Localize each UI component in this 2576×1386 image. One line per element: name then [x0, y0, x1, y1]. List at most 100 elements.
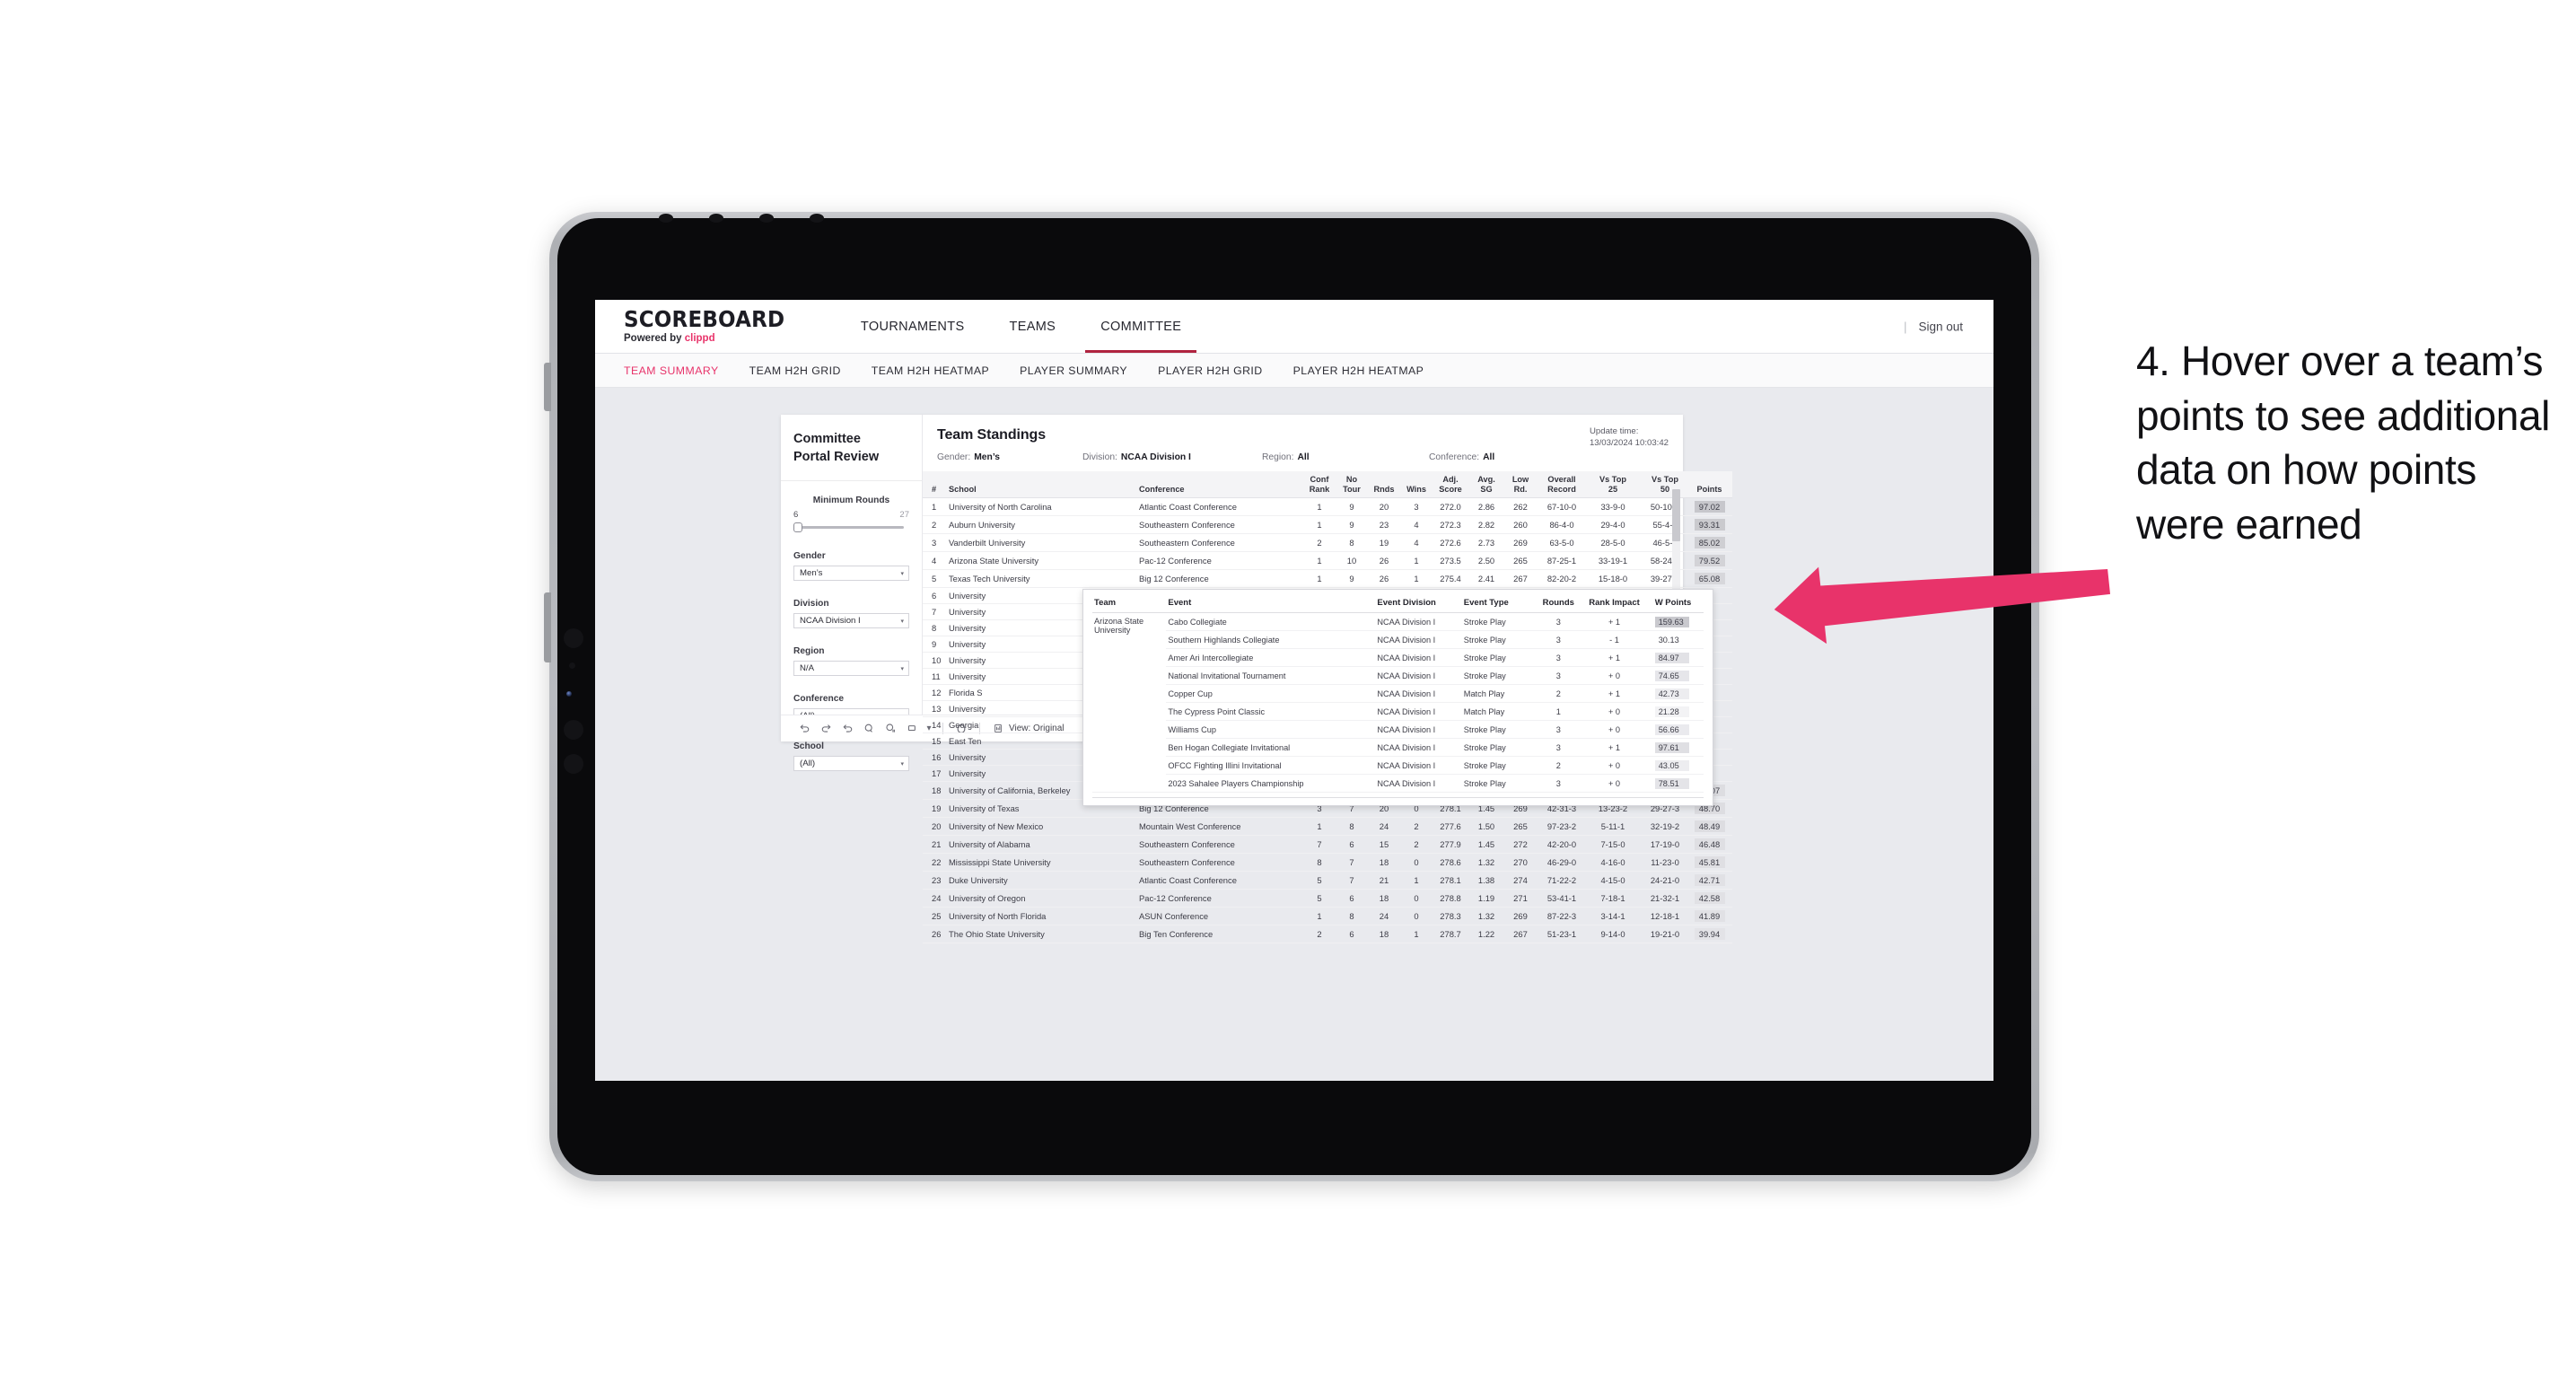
revert-icon[interactable]	[837, 719, 858, 739]
pause-icon[interactable]	[880, 719, 901, 739]
table-row[interactable]: 24 University of Oregon Pac-12 Conference 5…	[923, 889, 1732, 908]
row-vs-top-25: 3-14-1	[1587, 907, 1639, 926]
row-points-cell[interactable]: 97.02	[1691, 497, 1732, 517]
row-points-cell[interactable]: 46.48	[1691, 835, 1732, 855]
row-conference: Southeastern Conference	[1136, 533, 1303, 553]
tt-col-type: Event Type	[1461, 596, 1537, 613]
tab-player-h2h-grid[interactable]: PLAYER H2H GRID	[1158, 364, 1263, 377]
points-value[interactable]: 41.89	[1694, 910, 1725, 923]
table-row[interactable]: 2 Auburn University Southeastern Conferenc…	[923, 515, 1732, 535]
slider-handle[interactable]	[793, 522, 802, 533]
tab-player-h2h-heatmap[interactable]: PLAYER H2H HEATMAP	[1293, 364, 1424, 377]
row-conf-rank: 1	[1303, 515, 1336, 535]
row-school: Mississippi State University	[946, 853, 1136, 873]
row-no-tour: 9	[1336, 515, 1368, 535]
tooltip-row: OFCC Fighting Illini Invitational NCAA Di…	[1092, 756, 1704, 775]
tooltip-row: National Invitational Tournament NCAA Div…	[1092, 666, 1704, 685]
points-value[interactable]: 39.94	[1694, 928, 1725, 941]
row-overall-record: 51-23-1	[1537, 925, 1587, 944]
row-rank: 3	[923, 533, 946, 553]
row-no-tour: 7	[1336, 871, 1368, 890]
tab-team-summary[interactable]: TEAM SUMMARY	[624, 364, 719, 377]
row-points-cell[interactable]: 45.81	[1691, 853, 1732, 873]
standings-pane: Team Standings Gender: Men’s Division: N…	[923, 415, 1732, 944]
points-value[interactable]: 42.71	[1694, 874, 1725, 887]
points-breakdown-tooltip: Team Event Event Division Event Type Rou…	[1082, 589, 1713, 806]
division-filter-select[interactable]: NCAA Division I ▾	[793, 613, 909, 629]
row-rank: 26	[923, 925, 946, 944]
row-overall-record: 82-20-2	[1537, 569, 1587, 589]
table-row[interactable]: 21 University of Alabama Southeastern Conf…	[923, 835, 1732, 855]
points-value[interactable]: 97.02	[1694, 501, 1725, 513]
filter-gender: Gender Men’s ▾	[781, 531, 922, 582]
table-row[interactable]: 20 University of New Mexico Mountain West …	[923, 817, 1732, 837]
row-adj-score: 278.7	[1433, 925, 1468, 944]
signout-link[interactable]: Sign out	[1918, 320, 1963, 333]
region-filter-select[interactable]: N/A ▾	[793, 661, 909, 677]
tab-team-h2h-heatmap[interactable]: TEAM H2H HEATMAP	[872, 364, 989, 377]
redo-icon[interactable]	[815, 719, 837, 739]
points-value[interactable]: 93.31	[1694, 519, 1725, 531]
row-conference: Southeastern Conference	[1136, 515, 1303, 535]
tooltip-event: 2023 Sahalee Players Championship	[1166, 774, 1376, 793]
region-filter-value: N/A	[800, 663, 814, 674]
points-value[interactable]: 85.02	[1694, 537, 1725, 549]
page-root: SCOREBOARD Powered by clippd TOURNAMENTS…	[0, 0, 2576, 1386]
row-points-cell[interactable]: 41.89	[1691, 907, 1732, 926]
table-row[interactable]: 26 The Ohio State University Big Ten Confe…	[923, 925, 1732, 944]
nav-item-tournaments[interactable]: TOURNAMENTS	[838, 300, 987, 353]
arrow-shape	[1774, 566, 2111, 645]
table-row[interactable]: 22 Mississippi State University Southeaste…	[923, 853, 1732, 873]
points-value[interactable]: 42.58	[1694, 892, 1725, 905]
refresh-icon[interactable]	[858, 719, 880, 739]
table-row[interactable]: 3 Vanderbilt University Southeastern Confe…	[923, 533, 1732, 553]
tooltip-event-type: Stroke Play	[1461, 738, 1537, 757]
power-button[interactable]	[544, 363, 551, 411]
tooltip-event: Copper Cup	[1166, 684, 1376, 703]
tooltip-event-type: Stroke Play	[1461, 630, 1537, 649]
table-row[interactable]: 25 University of North Florida ASUN Confer…	[923, 907, 1732, 926]
row-points-cell[interactable]: 48.49	[1691, 817, 1732, 837]
row-points-cell[interactable]: 93.31	[1691, 515, 1732, 535]
undo-icon[interactable]	[793, 719, 815, 739]
nav-item-committee[interactable]: COMMITTEE	[1078, 300, 1204, 353]
gender-filter-select[interactable]: Men’s ▾	[793, 566, 909, 582]
tooltip-row: Copper Cup NCAA Division I Match Play 2 + 1 4…	[1092, 684, 1704, 703]
points-value[interactable]: 46.48	[1694, 838, 1725, 851]
volume-button[interactable]	[544, 592, 551, 662]
table-row[interactable]: 23 Duke University Atlantic Coast Conferen…	[923, 871, 1732, 890]
row-points-cell[interactable]: 42.58	[1691, 889, 1732, 908]
row-points-cell[interactable]: 42.71	[1691, 871, 1732, 890]
tab-team-h2h-grid[interactable]: TEAM H2H GRID	[749, 364, 841, 377]
row-conference: Southeastern Conference	[1136, 853, 1303, 873]
row-vs-top-25: 4-16-0	[1587, 853, 1639, 873]
brand-logo[interactable]: SCOREBOARD Powered by clippd	[595, 308, 838, 345]
rectangle-select-icon[interactable]	[901, 719, 923, 739]
school-filter-select[interactable]: (All) ▾	[793, 756, 909, 772]
row-rank: 12	[923, 684, 946, 702]
row-adj-score: 275.4	[1433, 569, 1468, 589]
nav-item-teams[interactable]: TEAMS	[986, 300, 1078, 353]
tooltip-w-points-value: 43.05	[1654, 759, 1689, 771]
tooltip-w-points-value: 30.13	[1654, 634, 1689, 645]
row-points-cell[interactable]: 39.94	[1691, 925, 1732, 944]
points-value[interactable]: 48.49	[1694, 820, 1725, 833]
row-low-rd: 265	[1504, 551, 1537, 571]
table-row[interactable]: 4 Arizona State University Pac-12 Conferen…	[923, 551, 1732, 571]
row-school: University of Alabama	[946, 835, 1136, 855]
region-filter-label: Region	[793, 646, 825, 657]
table-row[interactable]: 5 Texas Tech University Big 12 Conference 1…	[923, 569, 1732, 589]
tab-player-summary[interactable]: PLAYER SUMMARY	[1020, 364, 1127, 377]
minimum-rounds-slider[interactable]	[793, 522, 909, 533]
tooltip-event-type: Stroke Play	[1461, 612, 1537, 631]
col-low-rd: Low Rd.	[1504, 471, 1537, 499]
tooltip-event: Ben Hogan Collegiate Invitational	[1166, 738, 1376, 757]
row-school: The Ohio State University	[946, 925, 1136, 944]
points-value[interactable]: 45.81	[1694, 856, 1725, 869]
table-row[interactable]: 1 University of North Carolina Atlantic Co…	[923, 497, 1732, 517]
col-conference: Conference	[1136, 471, 1303, 499]
tooltip-event-division: NCAA Division I	[1375, 630, 1462, 649]
scrollbar-thumb[interactable]	[1672, 489, 1680, 541]
callout-text: 4. Hover over a team’s points to see add…	[2136, 338, 2550, 548]
tooltip-event-division: NCAA Division I	[1375, 648, 1462, 667]
